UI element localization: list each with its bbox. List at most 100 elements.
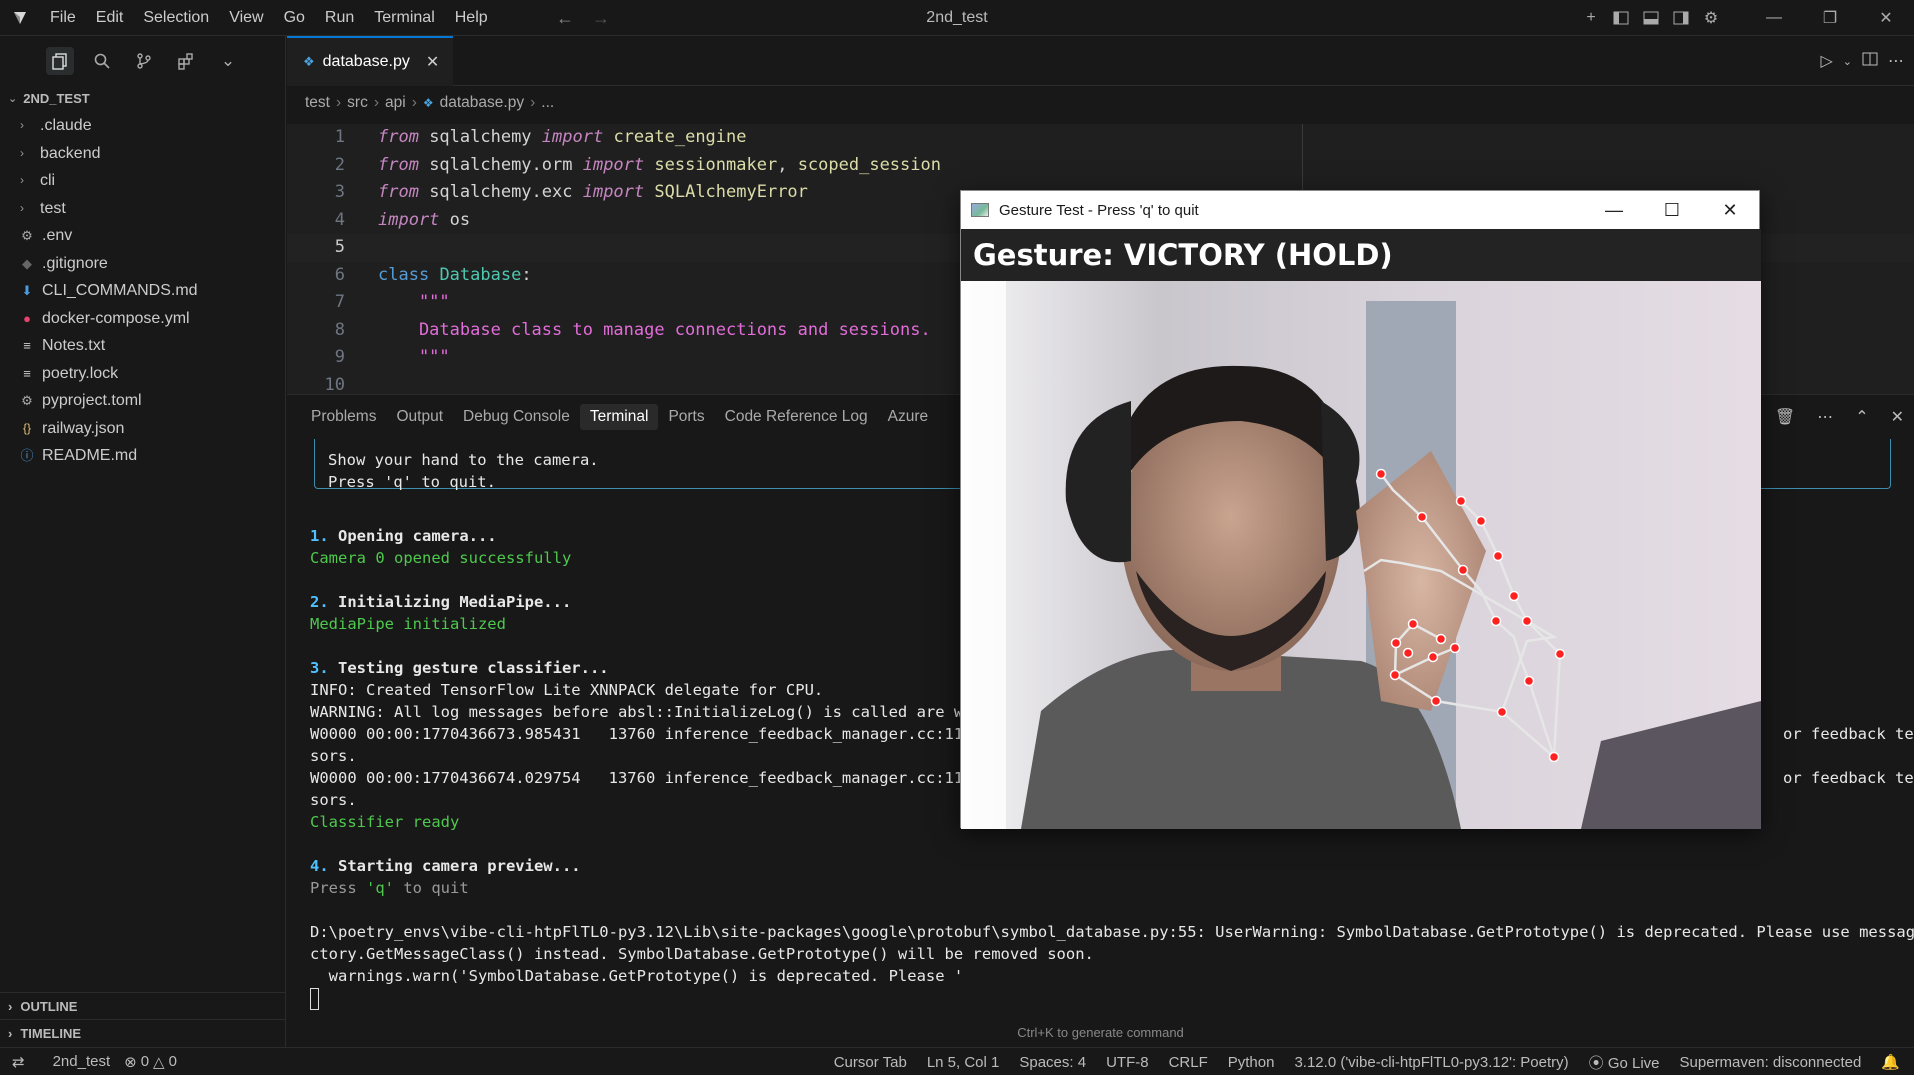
maximize-icon[interactable]: ☐ — [1643, 191, 1701, 229]
source-control-icon[interactable] — [130, 47, 158, 75]
status-branch[interactable]: 2nd_test — [53, 1053, 111, 1070]
menu-go[interactable]: Go — [274, 0, 315, 36]
breadcrumb-item[interactable]: test — [305, 94, 330, 112]
breadcrumb-item[interactable]: api — [385, 94, 406, 112]
tree-item-label: README.md — [42, 447, 138, 464]
menu-help[interactable]: Help — [445, 0, 498, 36]
split-editor-icon[interactable] — [1862, 52, 1878, 71]
trash-icon[interactable]: 🗑 — [1775, 407, 1795, 427]
status-interpreter[interactable]: 3.12.0 ('vibe-cli-htpFlTL0-py3.12': Poet… — [1294, 1054, 1568, 1071]
breadcrumb-item[interactable]: src — [347, 94, 368, 112]
step-text: Testing gesture classifier... — [328, 659, 609, 677]
menu-selection[interactable]: Selection — [133, 0, 219, 36]
window-app-icon — [971, 203, 989, 217]
tree-folder-backend[interactable]: › backend — [0, 140, 285, 168]
menu-file[interactable]: File — [40, 0, 86, 36]
bell-icon[interactable]: 🔔 — [1881, 1053, 1900, 1071]
terminal-line: INFO: Created TensorFlow Lite XNNPACK de… — [310, 681, 824, 699]
tree-file-railway-json[interactable]: {} railway.json — [0, 415, 285, 443]
minimize-icon[interactable]: — — [1585, 191, 1643, 229]
line-number: 5 — [334, 237, 345, 257]
explorer-project-header[interactable]: ⌄ 2ND_TEST — [0, 86, 285, 112]
tree-file-pyproject[interactable]: ⚙ pyproject.toml — [0, 387, 285, 415]
chevron-down-icon[interactable]: ⌄ — [1843, 55, 1852, 68]
restore-icon[interactable]: ❐ — [1802, 0, 1858, 36]
tree-file-notes[interactable]: ≡ Notes.txt — [0, 332, 285, 360]
menu-edit[interactable]: Edit — [86, 0, 134, 36]
landmark-point — [1521, 615, 1533, 627]
add-icon[interactable]: + — [1576, 0, 1606, 36]
explorer-icon[interactable] — [46, 47, 74, 75]
landmark-point — [1548, 751, 1560, 763]
status-eol[interactable]: CRLF — [1169, 1054, 1208, 1071]
tab-debug-console[interactable]: Debug Console — [453, 404, 580, 430]
json-file-icon: {} — [22, 420, 31, 435]
menu-run[interactable]: Run — [315, 0, 364, 36]
outline-section[interactable]: › OUTLINE — [0, 992, 286, 1020]
terminal-line: WARNING: All log messages before absl::I… — [310, 703, 982, 721]
status-indentation[interactable]: Spaces: 4 — [1019, 1054, 1086, 1071]
tree-file-env[interactable]: ⚙ .env — [0, 222, 285, 250]
toggle-panel-icon[interactable] — [1636, 0, 1666, 36]
tab-database-py[interactable]: ❖ database.py ✕ — [287, 35, 454, 86]
close-icon[interactable]: ✕ — [1891, 407, 1904, 427]
status-cursor-tab[interactable]: Cursor Tab — [834, 1054, 907, 1071]
forward-arrow-icon[interactable]: → — [592, 8, 610, 29]
status-supermaven[interactable]: Supermaven: disconnected — [1680, 1054, 1862, 1071]
problems-status[interactable]: ⊗ 0 △ 0 — [124, 1053, 177, 1071]
breadcrumb-item[interactable]: ... — [541, 94, 554, 112]
tree-file-poetry-lock[interactable]: ≡ poetry.lock — [0, 360, 285, 388]
gear-icon[interactable]: ⚙ — [1696, 0, 1726, 36]
terminal-line: sors. — [310, 791, 357, 809]
status-encoding[interactable]: UTF-8 — [1106, 1054, 1149, 1071]
extensions-icon[interactable] — [172, 47, 200, 75]
tree-file-docker-compose[interactable]: ● docker-compose.yml — [0, 305, 285, 333]
remote-icon[interactable]: ⇄ — [12, 1053, 25, 1071]
status-language[interactable]: Python — [1228, 1054, 1275, 1071]
tab-code-reference-log[interactable]: Code Reference Log — [715, 404, 878, 430]
tree-item-label: railway.json — [42, 419, 125, 437]
tree-file-gitignore[interactable]: ◆ .gitignore — [0, 250, 285, 278]
search-icon[interactable] — [88, 47, 116, 75]
chevron-down-icon[interactable]: ⌄ — [214, 47, 242, 75]
gesture-window-titlebar[interactable]: Gesture Test - Press 'q' to quit — ☐ ✕ — [961, 191, 1759, 229]
minimize-icon[interactable]: — — [1746, 0, 1802, 36]
tree-file-readme[interactable]: ⓘ README.md — [0, 442, 285, 470]
tree-item-label: poetry.lock — [42, 364, 119, 382]
tab-terminal[interactable]: Terminal — [579, 404, 659, 430]
timeline-section[interactable]: › TIMELINE — [0, 1019, 286, 1047]
tab-ports[interactable]: Ports — [658, 404, 714, 430]
close-icon[interactable]: ✕ — [426, 52, 439, 72]
tab-problems[interactable]: Problems — [301, 404, 386, 430]
step-number: 1. — [310, 527, 329, 545]
tree-item-label: docker-compose.yml — [42, 309, 190, 327]
tree-folder-cli[interactable]: › cli — [0, 167, 285, 195]
landmark-point — [1427, 651, 1439, 663]
tree-folder-test[interactable]: › test — [0, 195, 285, 223]
python-file-icon: ❖ — [303, 53, 315, 69]
title-actions: + ⚙ — ❐ ✕ — [1576, 0, 1914, 36]
more-actions-icon[interactable]: ⋯ — [1817, 407, 1833, 427]
chevron-up-icon[interactable]: ⌃ — [1855, 407, 1868, 427]
menu-terminal[interactable]: Terminal — [364, 0, 444, 36]
back-arrow-icon[interactable]: ← — [556, 8, 574, 29]
tab-output[interactable]: Output — [386, 404, 453, 430]
code-text: from sqlalchemy.orm import sessionmaker,… — [378, 152, 941, 180]
close-icon[interactable]: ✕ — [1701, 191, 1759, 229]
gesture-test-window[interactable]: Gesture Test - Press 'q' to quit — ☐ ✕ G… — [960, 190, 1761, 829]
tab-azure[interactable]: Azure — [878, 404, 939, 430]
tree-folder-claude[interactable]: › .claude — [0, 112, 285, 140]
run-icon[interactable]: ▷ — [1820, 51, 1832, 71]
landmark-point — [1496, 706, 1508, 718]
menu-view[interactable]: View — [219, 0, 273, 36]
toggle-secondary-sidebar-icon[interactable] — [1666, 0, 1696, 36]
tree-file-cli-commands[interactable]: ⬇ CLI_COMMANDS.md — [0, 277, 285, 305]
go-live-button[interactable]: ⦿ Go Live — [1589, 1052, 1660, 1073]
more-actions-icon[interactable]: ⋯ — [1888, 51, 1904, 71]
punctuation: , — [777, 154, 798, 175]
tree-item-label: cli — [40, 172, 56, 189]
status-position[interactable]: Ln 5, Col 1 — [927, 1054, 1000, 1071]
toggle-sidebar-icon[interactable] — [1606, 0, 1636, 36]
close-icon[interactable]: ✕ — [1858, 0, 1914, 36]
breadcrumb-item[interactable]: database.py — [440, 94, 524, 112]
